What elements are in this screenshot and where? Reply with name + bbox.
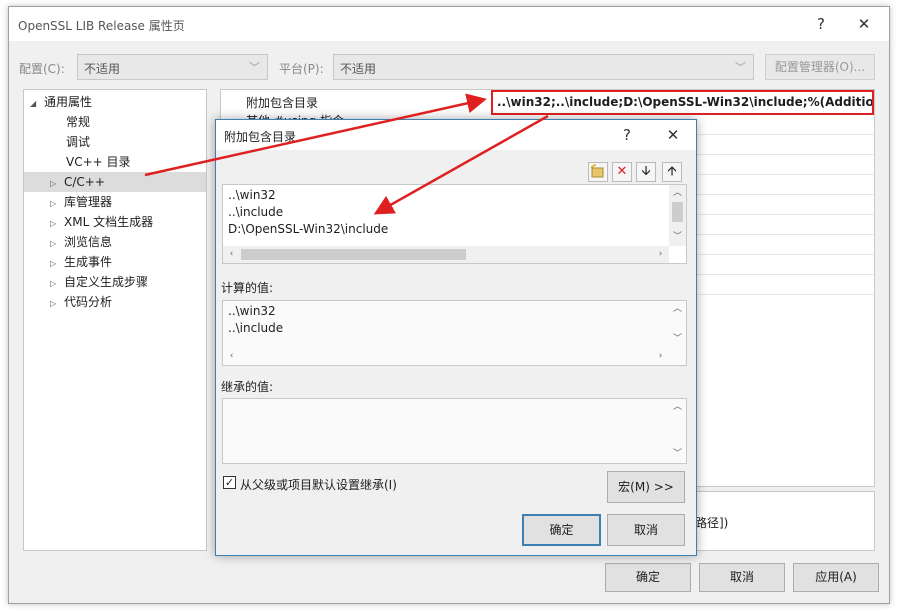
arrow-tree-to-field [144,93,487,177]
annotation-arrows [144,93,549,215]
arrow-field-to-list [373,114,549,215]
